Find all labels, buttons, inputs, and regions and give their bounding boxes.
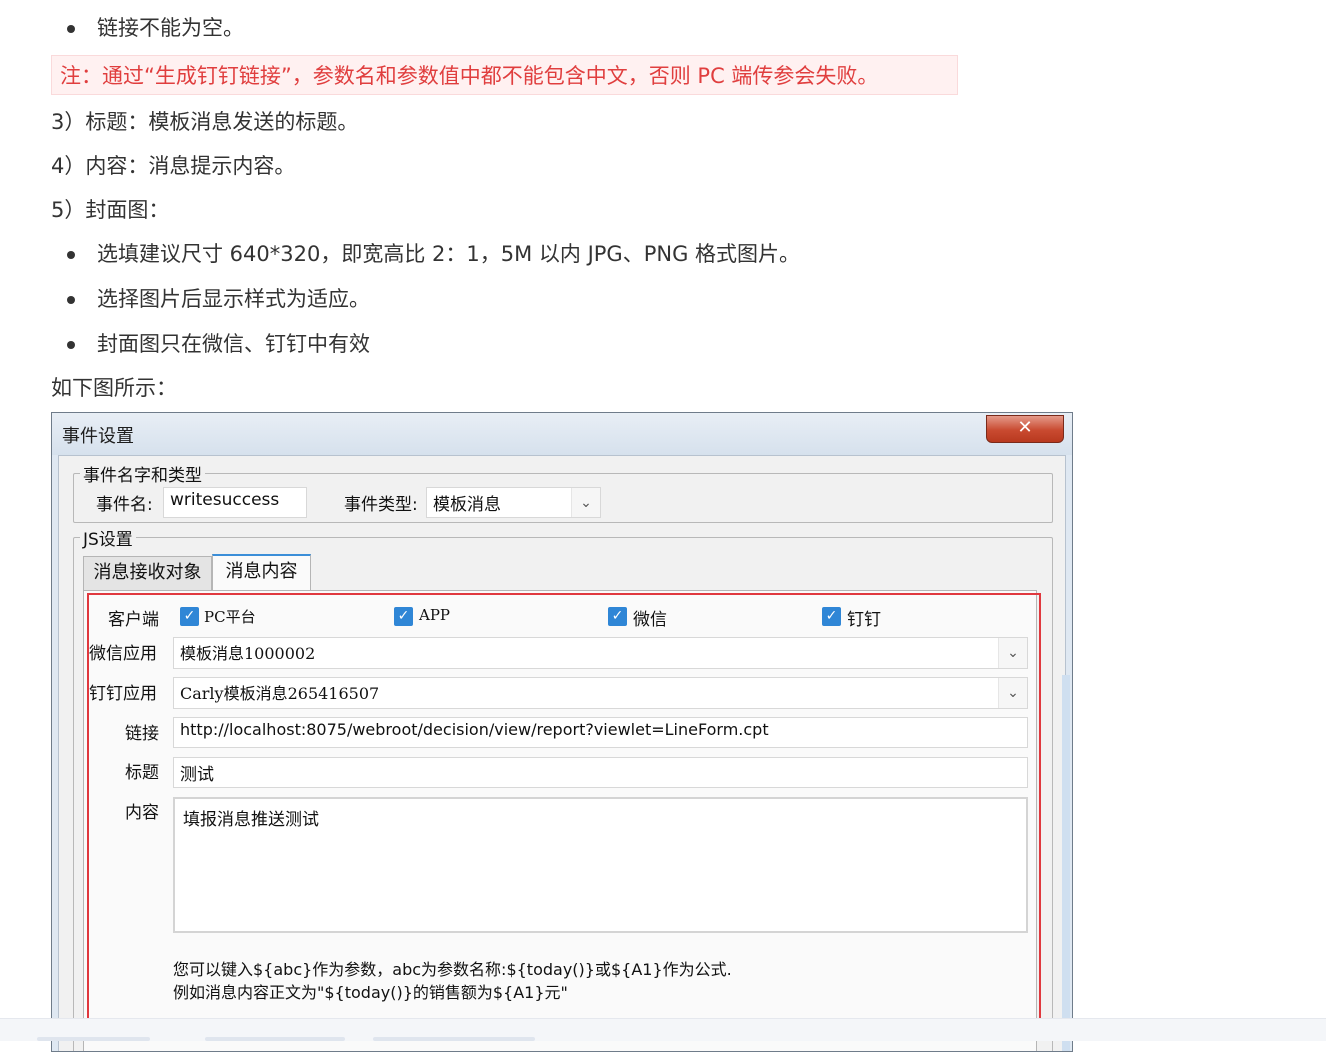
item-content: 4）内容：消息提示内容。 (51, 154, 296, 178)
bullet-dot (67, 341, 75, 349)
cover-bullet-channels: 封面图只在微信、钉钉中有效 (97, 332, 370, 356)
tab-message-content[interactable]: 消息内容 (212, 554, 311, 590)
bullet-dot (67, 251, 75, 259)
item-title: 3）标题：模板消息发送的标题。 (51, 110, 359, 134)
close-button[interactable]: ✕ (986, 415, 1064, 443)
event-type-value: 模板消息 (433, 495, 501, 515)
event-name-value: writesuccess (170, 490, 280, 510)
bullet-link-empty: 链接不能为空。 (97, 16, 244, 40)
cover-bullet-size: 选填建议尺寸 640*320，即宽高比 2：1，5M 以内 JPG、PNG 格式… (97, 242, 801, 266)
bullet-dot (67, 25, 75, 33)
note-text: 注：通过“生成钉钉链接”，参数名和参数值中都不能包含中文，否则 PC 端传参会失… (60, 64, 879, 88)
close-icon: ✕ (1017, 417, 1033, 438)
page-footer-strip (0, 1018, 1326, 1041)
footer-placeholder (37, 1037, 150, 1041)
chevron-down-icon: ⌄ (571, 488, 600, 517)
dialog-titlebar: 事件设置 ✕ (52, 413, 1072, 455)
bullet-dot (67, 296, 75, 304)
group-js-legend: JS设置 (80, 525, 136, 550)
footer-placeholder (205, 1037, 345, 1041)
group-name-type: 事件名字和类型 事件名: writesuccess 事件类型: 模板消息 ⌄ (73, 461, 1053, 523)
figure-intro: 如下图所示： (51, 376, 177, 400)
event-type-label: 事件类型: (344, 495, 418, 515)
event-name-input[interactable]: writesuccess (163, 487, 307, 518)
event-type-select[interactable]: 模板消息 ⌄ (426, 487, 601, 518)
tab-recipients[interactable]: 消息接收对象 (83, 556, 212, 590)
highlight-frame (87, 593, 1041, 1033)
dialog-title: 事件设置 (62, 426, 134, 447)
event-settings-dialog: 事件设置 ✕ 事件名字和类型 事件名: writesuccess 事件类型: 模… (51, 412, 1073, 1052)
item-cover: 5）封面图： (51, 198, 170, 222)
dialog-scroll-track[interactable] (1062, 675, 1070, 1051)
group-name-type-legend: 事件名字和类型 (80, 461, 205, 486)
event-name-label: 事件名: (96, 495, 153, 515)
footer-placeholder (373, 1037, 535, 1041)
cover-bullet-style: 选择图片后显示样式为适应。 (97, 287, 370, 311)
note-callout: 注：通过“生成钉钉链接”，参数名和参数值中都不能包含中文，否则 PC 端传参会失… (51, 55, 958, 95)
